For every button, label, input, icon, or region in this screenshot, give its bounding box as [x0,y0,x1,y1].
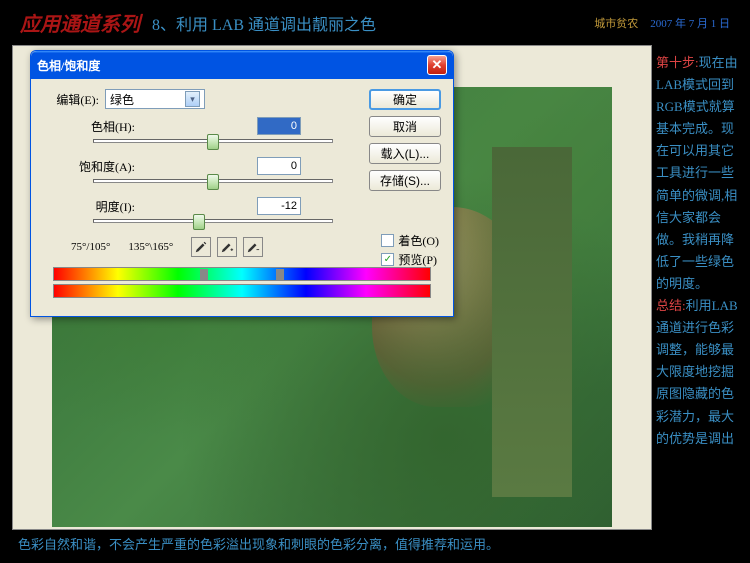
hue-slider-thumb[interactable] [207,134,219,150]
spectrum-input[interactable] [53,267,431,281]
chevron-down-icon: ▾ [185,91,200,107]
hue-input[interactable] [257,117,301,135]
colorize-checkbox[interactable] [381,234,394,247]
dialog-body: 编辑(E): 绿色 ▾ 色相(H): 饱和度(A): [31,79,453,316]
lightness-input[interactable] [257,197,301,215]
close-icon: ✕ [432,57,443,73]
summary-label: 总结: [656,298,686,313]
step-label: 第十步: [656,55,699,70]
edit-dropdown-value: 绿色 [110,91,134,108]
tutorial-bottom-text: 色彩自然和谐，不会产生严重的色彩溢出现象和刺眼的色彩分离，值得推荐和运用。 [18,534,618,553]
page-header: 应用通道系列 8、利用 LAB 通道调出靓丽之色 城市贫农 2007 年 7 月… [0,0,750,45]
hue-label: 色相(H): [63,118,135,135]
saturation-input[interactable] [257,157,301,175]
lightness-slider[interactable] [93,219,333,223]
eyedropper-icon [194,240,208,254]
hue-slider[interactable] [93,139,333,143]
preview-checkbox[interactable]: ✓ [381,253,394,266]
saturation-slider[interactable] [93,179,333,183]
spectrum-range-markers[interactable] [204,266,279,284]
eyedropper-subtract-button[interactable] [243,237,263,257]
tutorial-side-text: 第十步:现在由LAB模式回到RGB模式就算基本完成。现在可以用其它工具进行一些简… [656,52,738,450]
edit-dropdown[interactable]: 绿色 ▾ [105,89,205,109]
spectrum-output [53,284,431,298]
lesson-title: 8、利用 LAB 通道调出靓丽之色 [152,11,376,35]
lightness-slider-thumb[interactable] [193,214,205,230]
range-left: 75°/105° [71,241,110,253]
range-right: 135°\165° [128,241,173,253]
ok-button[interactable]: 确定 [369,89,441,110]
colorize-label: 着色(O) [398,232,439,249]
edit-label: 编辑(E): [43,91,99,108]
dialog-title: 色相/饱和度 [37,57,427,74]
eyedropper-plus-icon [220,240,234,254]
eyedropper-minus-icon [246,240,260,254]
step-body1: 现在由LAB模式回到RGB模式就算基本完成。现在可以用其它工具进行一些简单的微调… [656,55,738,291]
series-title: 应用通道系列 [20,8,140,37]
eyedropper-button[interactable] [191,237,211,257]
date-label: 2007 年 7 月 1 日 [650,15,730,31]
dialog-titlebar[interactable]: 色相/饱和度 ✕ [31,51,453,79]
step-body2: 利用LAB通道进行色彩调整，能够最大限度地挖掘原图隐藏的色彩潜力，最大的优势是调… [656,298,738,446]
load-button[interactable]: 载入(L)... [369,143,441,164]
saturation-slider-thumb[interactable] [207,174,219,190]
save-button[interactable]: 存储(S)... [369,170,441,191]
cancel-button[interactable]: 取消 [369,116,441,137]
author-label: 城市贫农 [594,15,638,31]
preview-label: 预览(P) [398,251,437,268]
spectrum-area [53,267,431,298]
close-button[interactable]: ✕ [427,55,447,75]
editor-area: 色相/饱和度 ✕ 编辑(E): 绿色 ▾ 色相(H): [12,45,652,530]
hue-saturation-dialog: 色相/饱和度 ✕ 编辑(E): 绿色 ▾ 色相(H): [30,50,454,317]
saturation-label: 饱和度(A): [63,158,135,175]
lightness-label: 明度(I): [63,198,135,215]
eyedropper-add-button[interactable] [217,237,237,257]
